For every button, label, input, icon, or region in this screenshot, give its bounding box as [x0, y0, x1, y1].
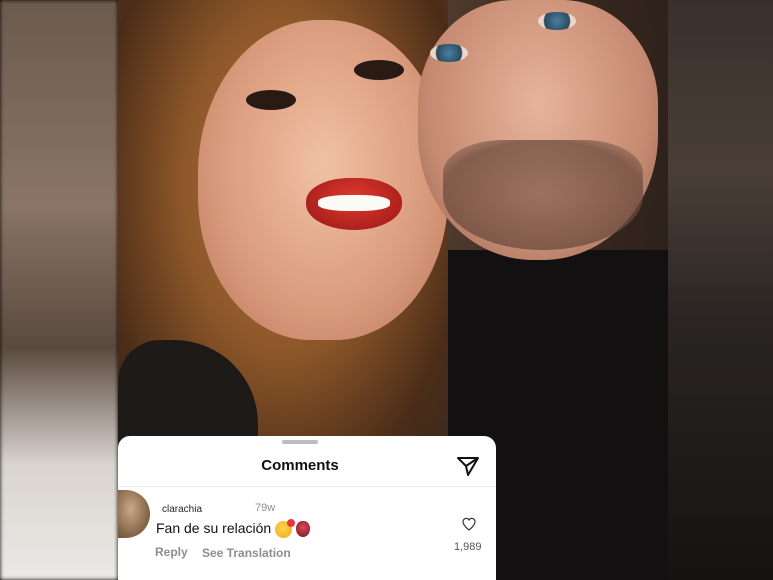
- comment-username[interactable]: clarachia: [162, 504, 202, 515]
- blurred-background-right: [668, 0, 773, 580]
- blurred-background-left: [0, 0, 118, 580]
- paper-plane-icon[interactable]: [456, 454, 480, 478]
- photo-beard: [443, 140, 643, 250]
- comment-text: Fan de su relación: [156, 520, 272, 536]
- drag-handle[interactable]: [282, 440, 318, 444]
- avatar[interactable]: [118, 490, 150, 538]
- smiling-face-with-hearts-icon: [275, 518, 296, 538]
- photo-teeth: [318, 195, 390, 211]
- heart-outline-icon[interactable]: [461, 516, 477, 532]
- photo-eye: [246, 90, 296, 110]
- comments-sheet: Comments clarachia 79w Fan de su relació…: [118, 436, 496, 580]
- photo-face-woman: [198, 20, 448, 340]
- photo-eye: [430, 44, 468, 62]
- photo-eye: [538, 12, 576, 30]
- screenshot-stage: Comments clarachia 79w Fan de su relació…: [0, 0, 773, 580]
- photo-eye: [354, 60, 404, 80]
- reply-button[interactable]: Reply: [155, 545, 188, 559]
- anatomical-heart-icon: [296, 521, 311, 538]
- comments-title: Comments: [261, 457, 339, 474]
- like-count: 1,989: [454, 541, 482, 553]
- sheet-divider: [118, 486, 496, 487]
- comment-text-row: Fan de su relación: [156, 518, 311, 538]
- comment-timestamp: 79w: [255, 502, 276, 514]
- see-translation-button[interactable]: See Translation: [202, 546, 291, 560]
